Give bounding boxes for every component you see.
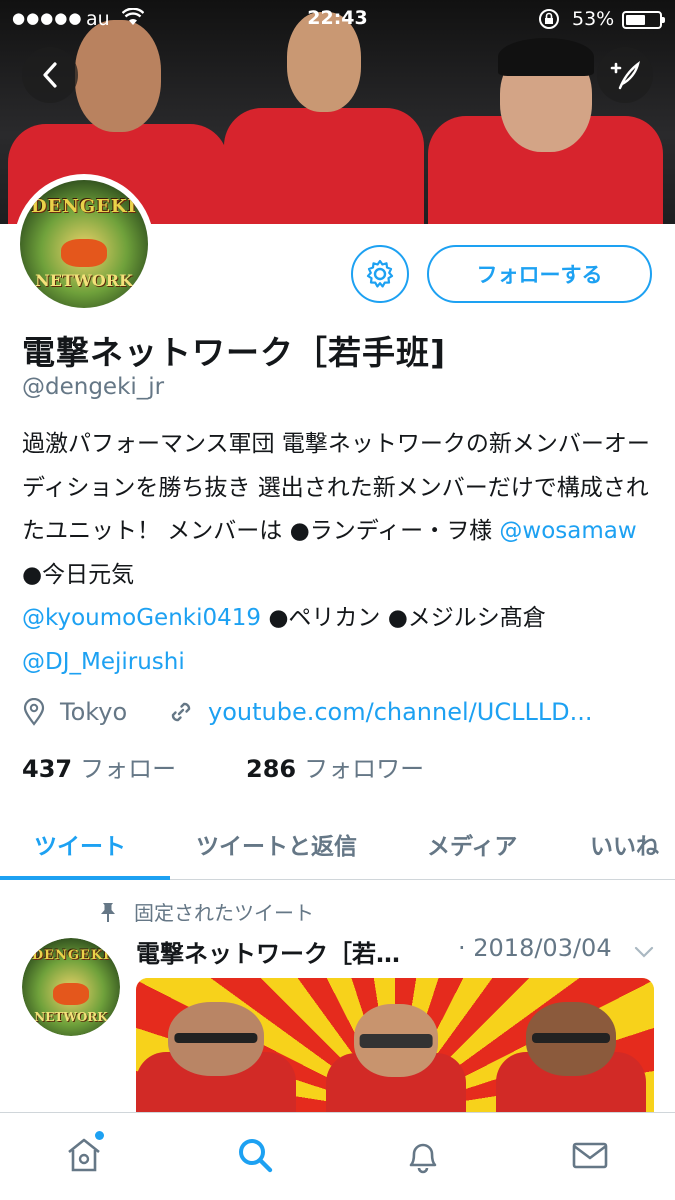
nav-notifications[interactable] — [401, 1133, 445, 1177]
location-pin-icon — [23, 698, 45, 726]
tweet-media-image[interactable] — [136, 978, 654, 1112]
mail-icon — [572, 1142, 608, 1169]
profile-handle: @dengeki_jr — [22, 374, 165, 400]
nav-search[interactable] — [233, 1133, 277, 1177]
active-tab-indicator — [0, 876, 170, 880]
profile-website-link[interactable]: youtube.com/channel/UCLLLD... — [168, 692, 593, 732]
mention-link[interactable]: @kyoumoGenki0419 — [22, 605, 261, 631]
tweet-author-name[interactable]: 電撃ネットワーク［若… — [136, 934, 400, 969]
link-icon — [171, 702, 191, 722]
avatar-logo-text-bottom: NETWORK — [35, 271, 133, 290]
bottom-navigation — [0, 1112, 675, 1200]
profile-location: Tokyo — [22, 692, 127, 732]
search-icon — [239, 1139, 273, 1173]
following-count[interactable]: 437 フォロー — [22, 749, 176, 784]
nav-messages[interactable] — [568, 1133, 612, 1177]
gear-icon — [366, 259, 394, 288]
tweet-author-avatar[interactable]: DENGEKI NETWORK — [22, 938, 120, 1036]
compose-button[interactable] — [597, 47, 653, 103]
status-bar: ●●●●● au 22:43 53% — [0, 0, 675, 40]
tweet-menu-button[interactable] — [634, 944, 654, 963]
rotation-lock-icon — [538, 8, 560, 35]
followers-count[interactable]: 286 フォロワー — [246, 749, 424, 784]
compose-icon — [610, 61, 640, 90]
back-button[interactable] — [22, 47, 78, 103]
chevron-left-icon — [43, 62, 57, 88]
tab-tweets-and-replies[interactable]: ツイートと返信 — [196, 808, 357, 880]
pin-icon — [101, 902, 115, 922]
mention-link[interactable]: @DJ_Mejirushi — [22, 649, 185, 675]
profile-bio: 過激パフォーマンス軍団 電撃ネットワークの新メンバーオーディションを勝ち抜き 選… — [22, 431, 650, 675]
chevron-down-icon — [634, 946, 654, 958]
home-icon — [68, 1138, 100, 1172]
mention-link[interactable]: @wosamaw — [499, 518, 636, 544]
avatar-logo-text-top: DENGEKI — [31, 196, 137, 217]
follow-button[interactable]: フォローする — [427, 245, 652, 303]
profile-settings-button[interactable] — [351, 245, 409, 303]
tab-tweets[interactable]: ツイート — [34, 808, 126, 880]
bell-icon — [409, 1143, 437, 1174]
battery-icon — [622, 11, 665, 29]
battery-percent: 53% — [572, 8, 615, 30]
tweet-date[interactable]: · 2018/03/04 — [458, 934, 612, 962]
profile-avatar[interactable]: DENGEKI NETWORK — [14, 174, 154, 314]
pinned-tweet-label: 固定されたツイート — [98, 897, 314, 926]
home-notification-dot — [95, 1131, 104, 1140]
profile-name: 電撃ネットワーク［若手班] — [22, 333, 447, 372]
profile-tabs: ツイート ツイートと返信 メディア いいね — [0, 808, 675, 880]
tab-likes[interactable]: いいね — [590, 808, 659, 880]
tab-media[interactable]: メディア — [427, 808, 517, 880]
